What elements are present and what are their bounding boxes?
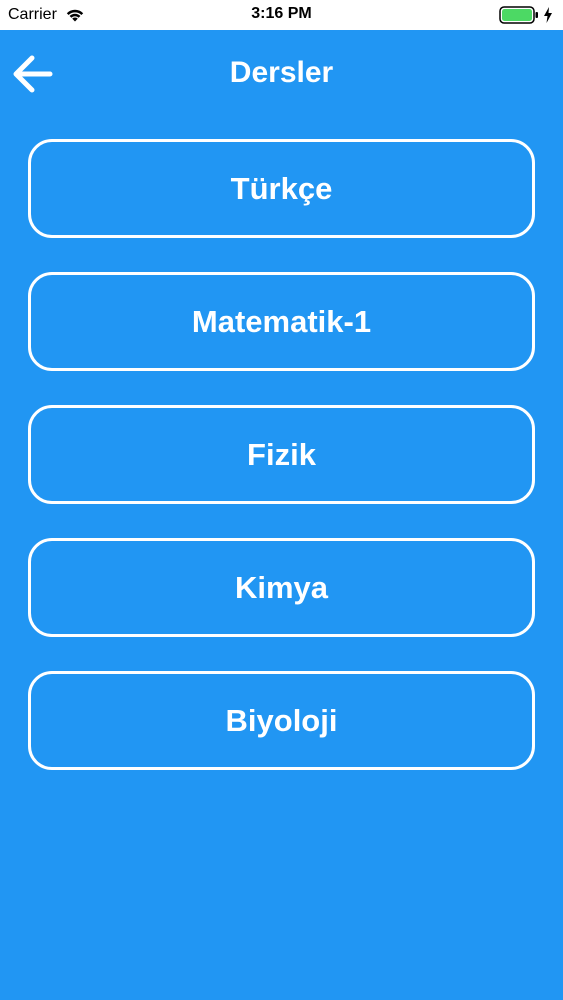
status-bar: Carrier 3:16 PM <box>0 0 563 30</box>
subject-button-turkce[interactable]: Türkçe <box>28 139 535 238</box>
subject-label: Matematik-1 <box>191 303 372 339</box>
subject-label: Kimya <box>234 569 329 605</box>
page-title: Dersler <box>229 56 334 89</box>
charging-icon <box>543 7 553 23</box>
status-time: 3:16 PM <box>251 5 312 22</box>
subject-label: Fizik <box>247 436 316 472</box>
subject-label: Türkçe <box>230 170 333 206</box>
subject-button-matematik-1[interactable]: Matematik-1 <box>28 272 535 371</box>
subject-button-biyoloji[interactable]: Biyoloji <box>28 671 535 770</box>
subject-button-fizik[interactable]: Fizik <box>28 405 535 504</box>
subject-list: Türkçe Matematik-1 Fizik Kimya Biyoloji <box>28 139 535 804</box>
nav-bar: Dersler <box>0 30 563 118</box>
battery-icon <box>499 6 539 24</box>
status-right <box>499 6 553 24</box>
subject-button-kimya[interactable]: Kimya <box>28 538 535 637</box>
subject-label: Biyoloji <box>225 702 338 738</box>
